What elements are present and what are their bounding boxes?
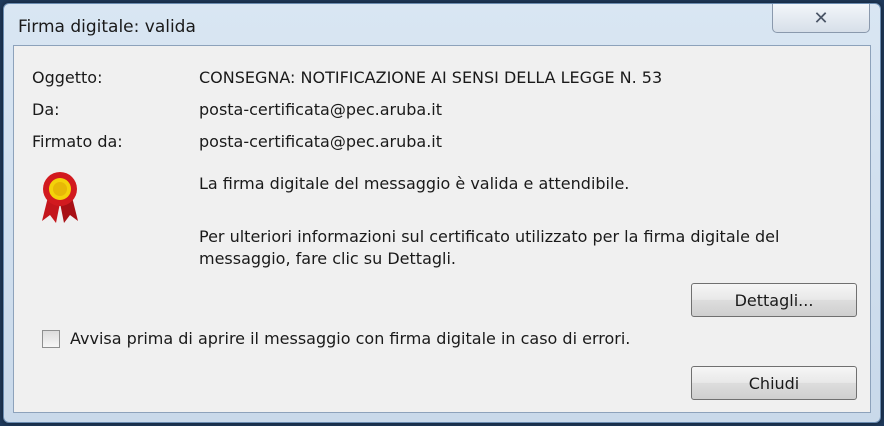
- signed-by-value: posta-certificata@pec.aruba.it: [199, 132, 442, 151]
- title-bar[interactable]: Firma digitale: valida ✕: [4, 4, 880, 44]
- warn-option[interactable]: Avvisa prima di aprire il messaggio con …: [42, 329, 630, 348]
- dialog-content: Oggetto: CONSEGNA: NOTIFICAZIONE AI SENS…: [13, 45, 871, 413]
- window-close-button[interactable]: ✕: [772, 4, 870, 33]
- certificate-seal-icon: [42, 172, 78, 223]
- close-button[interactable]: Chiudi: [691, 366, 857, 400]
- from-value: posta-certificata@pec.aruba.it: [199, 100, 442, 119]
- warn-checkbox[interactable]: [42, 329, 60, 348]
- signed-by-label: Firmato da:: [32, 132, 123, 151]
- dialog-title: Firma digitale: valida: [18, 17, 196, 37]
- subject-value: CONSEGNA: NOTIFICAZIONE AI SENSI DELLA L…: [199, 68, 663, 87]
- signature-valid-message: La firma digitale del messaggio è valida…: [199, 174, 630, 193]
- from-label: Da:: [32, 100, 60, 119]
- warn-checkbox-label[interactable]: Avvisa prima di aprire il messaggio con …: [70, 329, 630, 348]
- dialog-window: Firma digitale: valida ✕ Oggetto: CONSEG…: [3, 3, 881, 423]
- details-info-text: Per ulteriori informazioni sul certifica…: [199, 227, 780, 268]
- close-icon: ✕: [813, 7, 829, 29]
- subject-label: Oggetto:: [32, 68, 103, 87]
- details-button[interactable]: Dettagli...: [691, 283, 857, 317]
